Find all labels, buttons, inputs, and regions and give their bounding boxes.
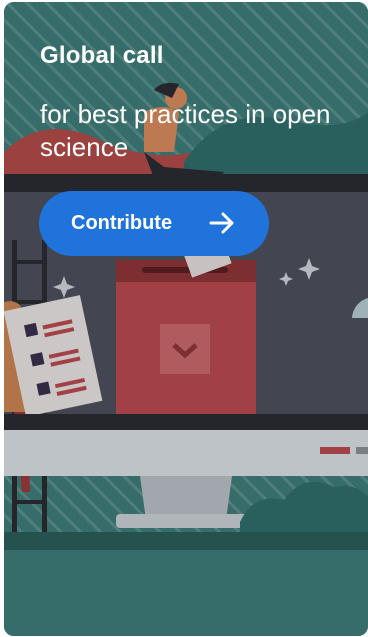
card-title: Global call	[40, 42, 164, 69]
contribute-button[interactable]: Contribute	[39, 191, 269, 256]
promo-card[interactable]: Global call for best practices in open s…	[4, 2, 368, 636]
card-subtitle: for best practices in open science	[40, 99, 331, 162]
arrow-right-icon	[209, 212, 234, 234]
contribute-button-label: Contribute	[71, 212, 173, 234]
